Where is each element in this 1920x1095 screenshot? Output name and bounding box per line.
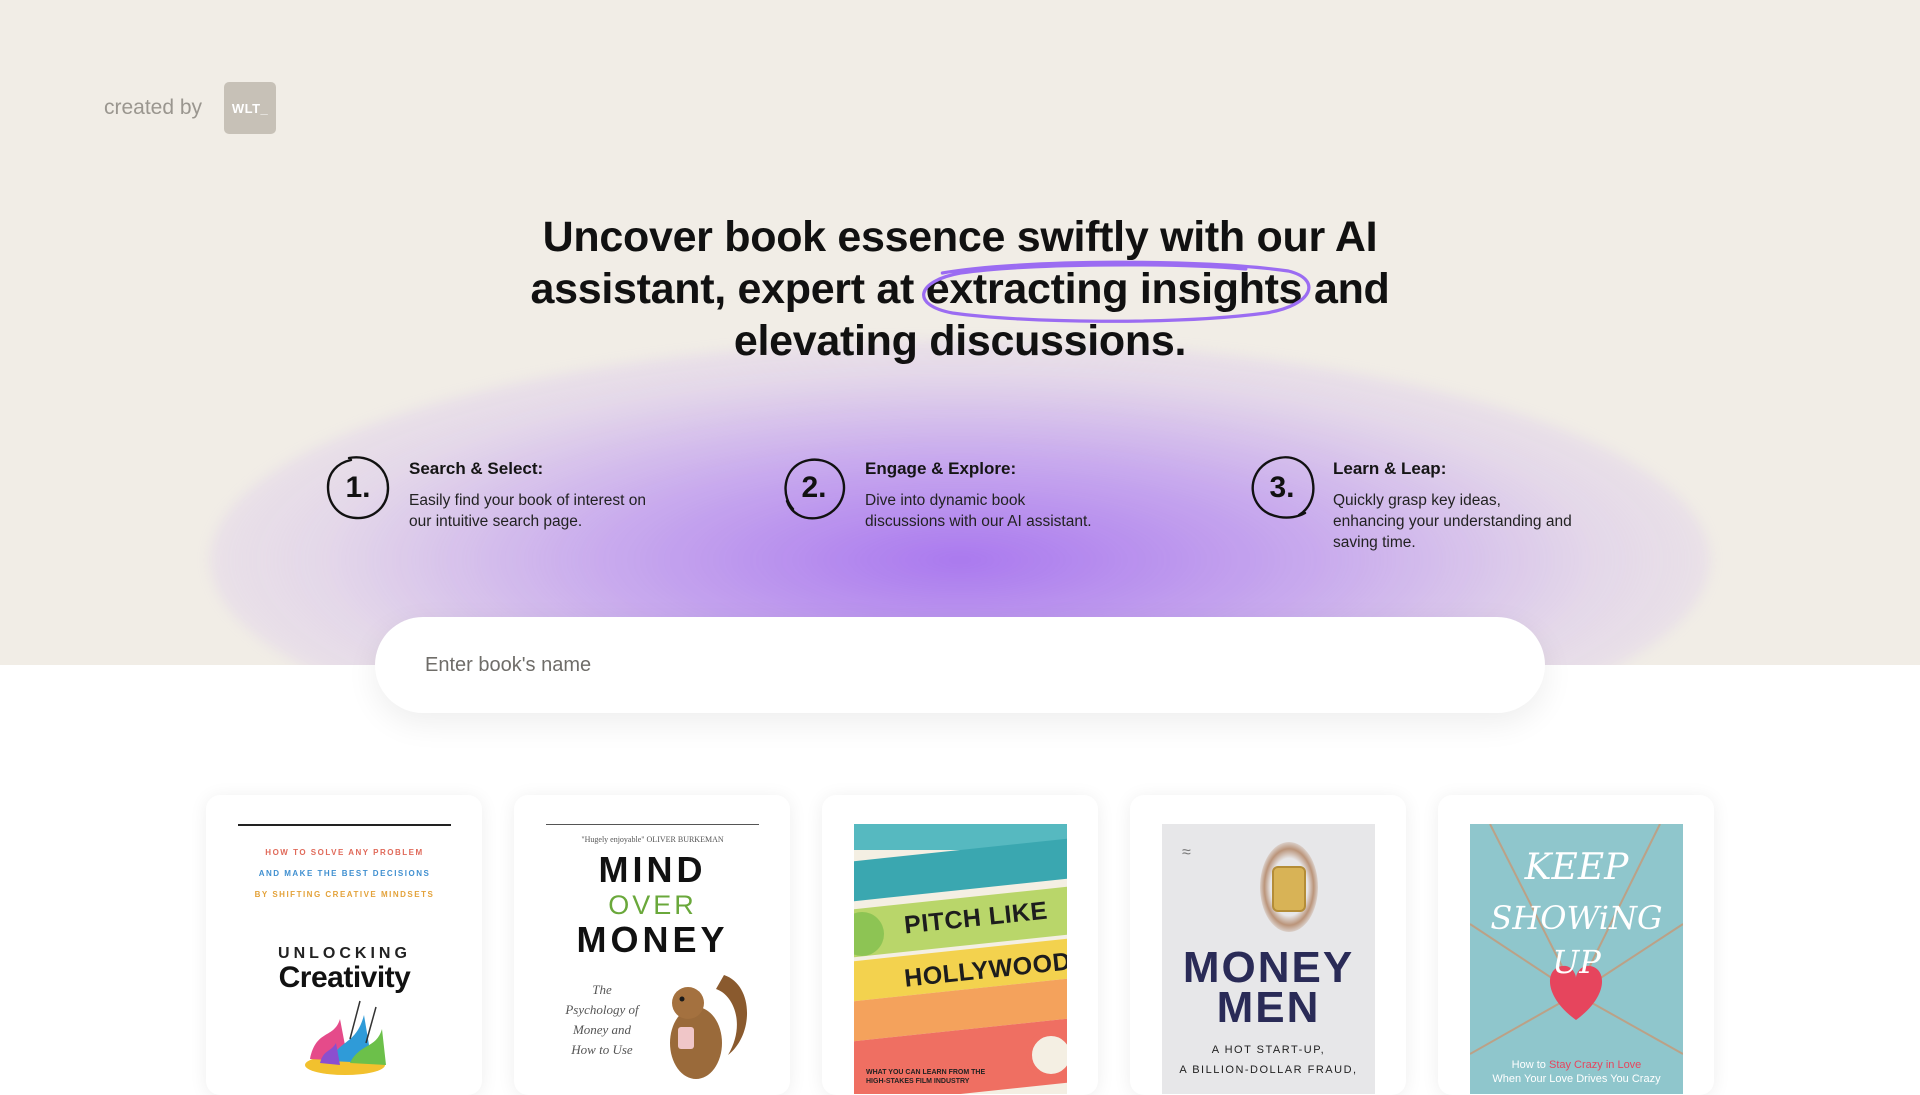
cover-text: BY SHIFTING CREATIVE MINDSETS	[254, 890, 435, 899]
cover-title: OVER	[608, 890, 697, 920]
hero-section: created by WLT_ Uncover book essence swi…	[0, 0, 1920, 665]
cover-text: The Psychology of Money and How to Use	[565, 982, 639, 1057]
book-cards-row: HOW TO SOLVE ANY PROBLEM AND MAKE THE BE…	[0, 795, 1920, 1095]
cover-text: A BILLION-DOLLAR FRAUD,	[1179, 1064, 1358, 1076]
step-text: Engage & Explore: Dive into dynamic book…	[865, 455, 1105, 532]
book-card[interactable]: "Hugely enjoyable" OLIVER BURKEMAN MIND …	[514, 795, 790, 1095]
cover-text: WHAT YOU CAN LEARN FROM THE HIGH-STAKES …	[866, 1069, 986, 1085]
cover-title: Creativity	[278, 961, 411, 994]
headline-highlight-text: extracting insights	[925, 265, 1303, 313]
step-number-text: 1.	[345, 471, 371, 504]
cover-text: "Hugely enjoyable" OLIVER BURKEMAN	[581, 835, 724, 844]
step-title: Learn & Leap:	[1333, 459, 1447, 478]
cover-text: When Your Love Drives You Crazy	[1492, 1073, 1661, 1085]
step-1: 1. Search & Select: Easily find your boo…	[325, 455, 649, 532]
cover-title: MEN	[1216, 983, 1321, 1032]
squirrel-illustration	[670, 975, 748, 1079]
step-description: Easily find your book of interest on our…	[409, 492, 646, 530]
cover-text: AND MAKE THE BEST DECISIONS	[258, 869, 431, 878]
steps-row: 1. Search & Select: Easily find your boo…	[0, 455, 1920, 551]
book-cover[interactable]: HOW TO SOLVE ANY PROBLEM AND MAKE THE BE…	[238, 824, 451, 1094]
card-chip-icon	[1272, 866, 1306, 912]
contactless-icon: ≈	[1182, 844, 1191, 861]
step-number-1: 1.	[325, 455, 391, 521]
cover-text: HOW TO SOLVE ANY PROBLEM	[265, 848, 424, 857]
book-search-bar[interactable]	[375, 617, 1545, 713]
book-card[interactable]: ≈ MONEY MEN A HOT START-UP, A BILLION-DO…	[1130, 795, 1406, 1095]
headline-highlight: extracting insights	[921, 260, 1310, 323]
cover-title: MIND	[598, 849, 707, 890]
book-card[interactable]: HOW TO SOLVE ANY PROBLEM AND MAKE THE BE…	[206, 795, 482, 1095]
step-3: 3. Learn & Leap: Quickly grasp key ideas…	[1249, 455, 1573, 553]
book-cover[interactable]: PITCH LIKE HOLLYWOOD WHAT YOU CAN LEARN …	[854, 824, 1067, 1094]
book-cover[interactable]: KEEP SHOWiNG UP How to Stay Crazy in Lov…	[1470, 824, 1683, 1094]
step-description: Dive into dynamic book discussions with …	[865, 492, 1092, 530]
step-number-2: 2.	[781, 455, 847, 521]
cover-text: A HOT START-UP,	[1211, 1044, 1326, 1056]
wlt-logo[interactable]: WLT_	[224, 82, 277, 134]
page-headline: Uncover book essence swiftly with our AI…	[460, 211, 1460, 367]
book-cover[interactable]: ≈ MONEY MEN A HOT START-UP, A BILLION-DO…	[1162, 824, 1375, 1094]
step-title: Engage & Explore:	[865, 459, 1017, 478]
paint-splash-illustration	[304, 1000, 386, 1075]
cover-text: How to	[1511, 1059, 1546, 1071]
book-search-input[interactable]	[425, 653, 1485, 677]
step-number-3: 3.	[1249, 455, 1315, 521]
step-number-text: 2.	[801, 471, 827, 504]
step-description: Quickly grasp key ideas, enhancing your …	[1333, 492, 1572, 551]
credit-badge: created by WLT_	[104, 82, 277, 134]
cover-title: SHOWiNG UP	[1490, 899, 1663, 981]
book-card[interactable]: KEEP SHOWiNG UP How to Stay Crazy in Lov…	[1438, 795, 1714, 1095]
step-number-text: 3.	[1269, 471, 1295, 504]
step-text: Learn & Leap: Quickly grasp key ideas, e…	[1333, 455, 1573, 553]
book-cover[interactable]: "Hugely enjoyable" OLIVER BURKEMAN MIND …	[546, 824, 759, 1094]
cover-text: Stay Crazy in Love	[1548, 1059, 1642, 1071]
cover-subtitle: How to Stay Crazy in Love When Your Love…	[1470, 1058, 1683, 1086]
step-2: 2. Engage & Explore: Dive into dynamic b…	[781, 455, 1105, 532]
step-text: Search & Select: Easily find your book o…	[409, 455, 649, 532]
book-card[interactable]: PITCH LIKE HOLLYWOOD WHAT YOU CAN LEARN …	[822, 795, 1098, 1095]
step-title: Search & Select:	[409, 459, 544, 478]
credit-label: created by	[104, 96, 203, 119]
cover-title: KEEP	[1524, 847, 1629, 888]
cover-title: MONEY	[576, 919, 729, 960]
